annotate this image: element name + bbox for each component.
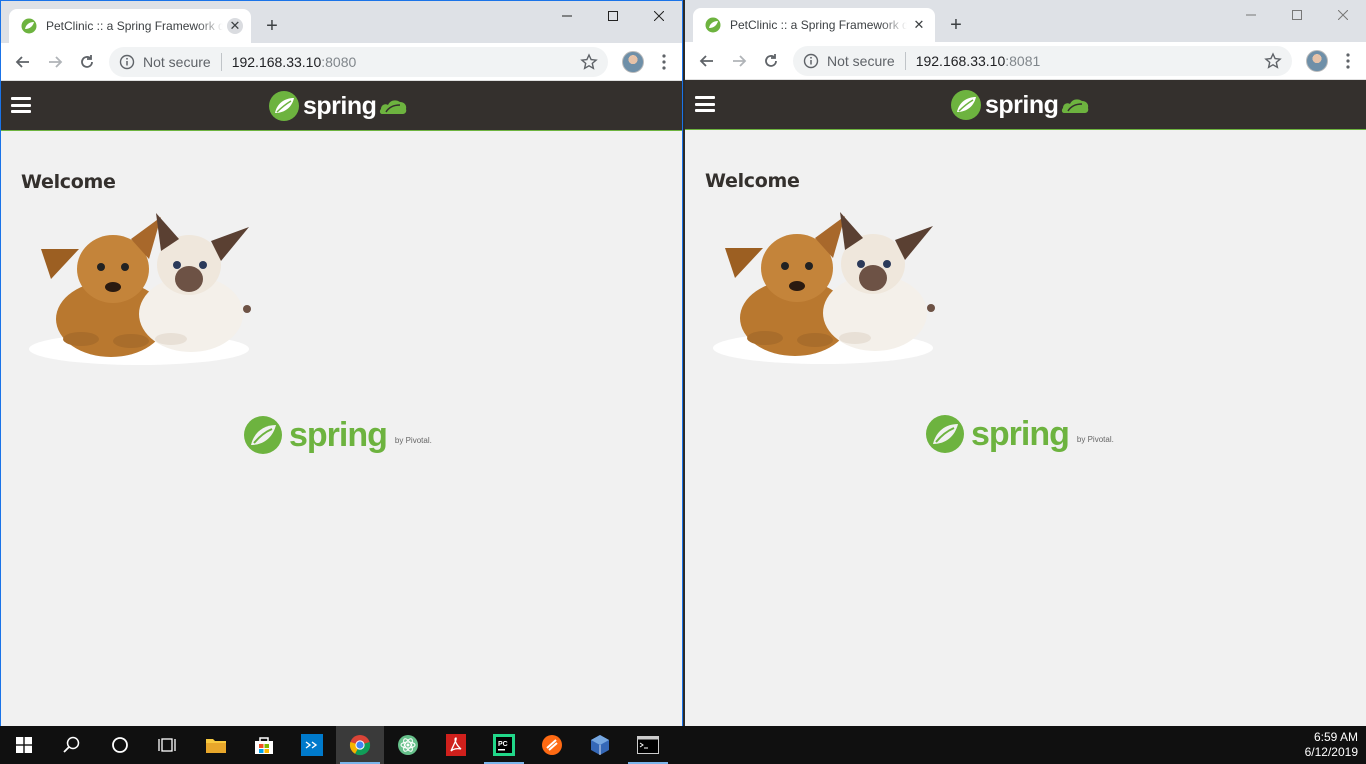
page-content: Welcome spring by Pivotal. [685, 130, 1366, 453]
footer-spring-logo[interactable]: spring by Pivotal. [243, 415, 432, 455]
spring-logo[interactable]: spring [950, 89, 1090, 121]
vscode-icon[interactable] [288, 726, 336, 764]
acrobat-icon[interactable] [432, 726, 480, 764]
url-divider [220, 52, 222, 71]
pets-image [29, 213, 251, 365]
browser-window-left: PetClinic :: a Spring Framework demonstr… [0, 0, 683, 726]
window-controls [544, 1, 682, 31]
profile-avatar[interactable] [1306, 49, 1328, 72]
clock-date: 6/12/2019 [1304, 745, 1358, 759]
profile-avatar[interactable] [622, 50, 644, 73]
taskbar: PC 6:59 AM 6/12/2019 [0, 726, 1366, 764]
tab-title: PetClinic :: a Spring Framework demonstr… [730, 18, 907, 32]
address-bar[interactable]: Not secure 192.168.33.10:8080 [109, 46, 608, 77]
browser-menu-icon[interactable] [1338, 49, 1358, 73]
file-explorer-icon[interactable] [192, 726, 240, 764]
system-clock[interactable]: 6:59 AM 6/12/2019 [1305, 730, 1358, 760]
navbar-logo-text: spring [303, 91, 377, 120]
welcome-heading: Welcome [705, 170, 800, 192]
footer-logo-text: spring [289, 416, 388, 454]
minimize-button[interactable] [544, 1, 590, 31]
task-view-icon[interactable] [144, 726, 192, 764]
maximize-button[interactable] [590, 1, 636, 31]
pycharm-icon[interactable]: PC [480, 726, 528, 764]
spring-favicon-icon [705, 17, 721, 33]
new-tab-button[interactable]: + [261, 15, 283, 37]
footer-spring-leaf-icon [926, 415, 964, 453]
back-button[interactable] [9, 48, 37, 76]
cortana-icon[interactable] [96, 726, 144, 764]
url-divider [904, 51, 906, 70]
info-icon[interactable] [803, 53, 819, 69]
by-pivotal-label: by Pivotal. [394, 436, 432, 445]
forward-button[interactable] [41, 48, 69, 76]
app-navbar: spring [1, 81, 682, 131]
bookmark-star-icon[interactable] [580, 52, 598, 71]
spring-cloud-leaf-icon [380, 100, 407, 114]
svg-text:PC: PC [498, 741, 508, 748]
browser-tab[interactable]: PetClinic :: a Spring Framework demonstr… [693, 8, 935, 42]
new-tab-button[interactable]: + [945, 14, 967, 36]
footer-spring-leaf-icon [244, 416, 282, 454]
not-secure-label: Not secure [143, 53, 211, 70]
browser-window-right: PetClinic :: a Spring Framework demonstr… [685, 0, 1366, 726]
windows-start-icon[interactable] [0, 726, 48, 764]
minimize-button[interactable] [1228, 0, 1274, 30]
welcome-heading: Welcome [21, 171, 116, 193]
app-navbar: spring [685, 80, 1366, 130]
url-host: 192.168.33.10 [915, 52, 1006, 69]
not-secure-label: Not secure [827, 52, 895, 69]
sublime-icon[interactable] [528, 726, 576, 764]
spring-leaf-icon [951, 90, 981, 120]
tab-strip: PetClinic :: a Spring Framework demonstr… [1, 1, 682, 43]
address-bar[interactable]: Not secure 192.168.33.10:8081 [793, 45, 1292, 76]
browser-toolbar: Not secure 192.168.33.10:8080 [1, 43, 682, 81]
url-port: :8080 [321, 53, 357, 70]
spring-leaf-icon [269, 91, 299, 121]
forward-button[interactable] [725, 47, 753, 75]
by-pivotal-label: by Pivotal. [1076, 435, 1114, 444]
footer-logo-text: spring [971, 415, 1070, 453]
reload-button[interactable] [73, 48, 101, 76]
close-window-button[interactable] [1320, 0, 1366, 30]
browser-tab[interactable]: PetClinic :: a Spring Framework demonstr… [9, 9, 251, 43]
pets-image [713, 212, 935, 364]
search-icon[interactable] [48, 726, 96, 764]
maximize-button[interactable] [1274, 0, 1320, 30]
spring-cloud-leaf-icon [1062, 99, 1089, 113]
hamburger-menu-icon[interactable] [695, 96, 715, 112]
window-controls [1228, 0, 1366, 30]
atom-icon[interactable] [384, 726, 432, 764]
spring-logo[interactable]: spring [268, 90, 408, 122]
bookmark-star-icon[interactable] [1264, 51, 1282, 70]
desktop: PetClinic :: a Spring Framework demonstr… [0, 0, 1366, 764]
navbar-logo-text: spring [985, 90, 1059, 119]
url-port: :8081 [1005, 52, 1041, 69]
terminal-icon[interactable] [624, 726, 672, 764]
back-button[interactable] [693, 47, 721, 75]
spring-favicon-icon [21, 18, 37, 34]
chrome-icon[interactable] [336, 726, 384, 764]
clock-time: 6:59 AM [1313, 730, 1358, 744]
tab-close-icon[interactable]: ✕ [227, 18, 243, 34]
tab-close-icon[interactable]: ✕ [911, 17, 927, 33]
close-window-button[interactable] [636, 1, 682, 31]
browser-toolbar: Not secure 192.168.33.10:8081 [685, 42, 1366, 80]
info-icon[interactable] [119, 54, 135, 70]
page-content: Welcome spring by Pivotal. [1, 131, 682, 454]
tab-strip: PetClinic :: a Spring Framework demonstr… [685, 0, 1366, 42]
store-icon[interactable] [240, 726, 288, 764]
tab-title: PetClinic :: a Spring Framework demonstr… [46, 19, 223, 33]
footer-spring-logo[interactable]: spring by Pivotal. [925, 414, 1114, 454]
browser-menu-icon[interactable] [654, 50, 674, 74]
virtualbox-icon[interactable] [576, 726, 624, 764]
reload-button[interactable] [757, 47, 785, 75]
url-host: 192.168.33.10 [231, 53, 322, 70]
hamburger-menu-icon[interactable] [11, 97, 31, 113]
